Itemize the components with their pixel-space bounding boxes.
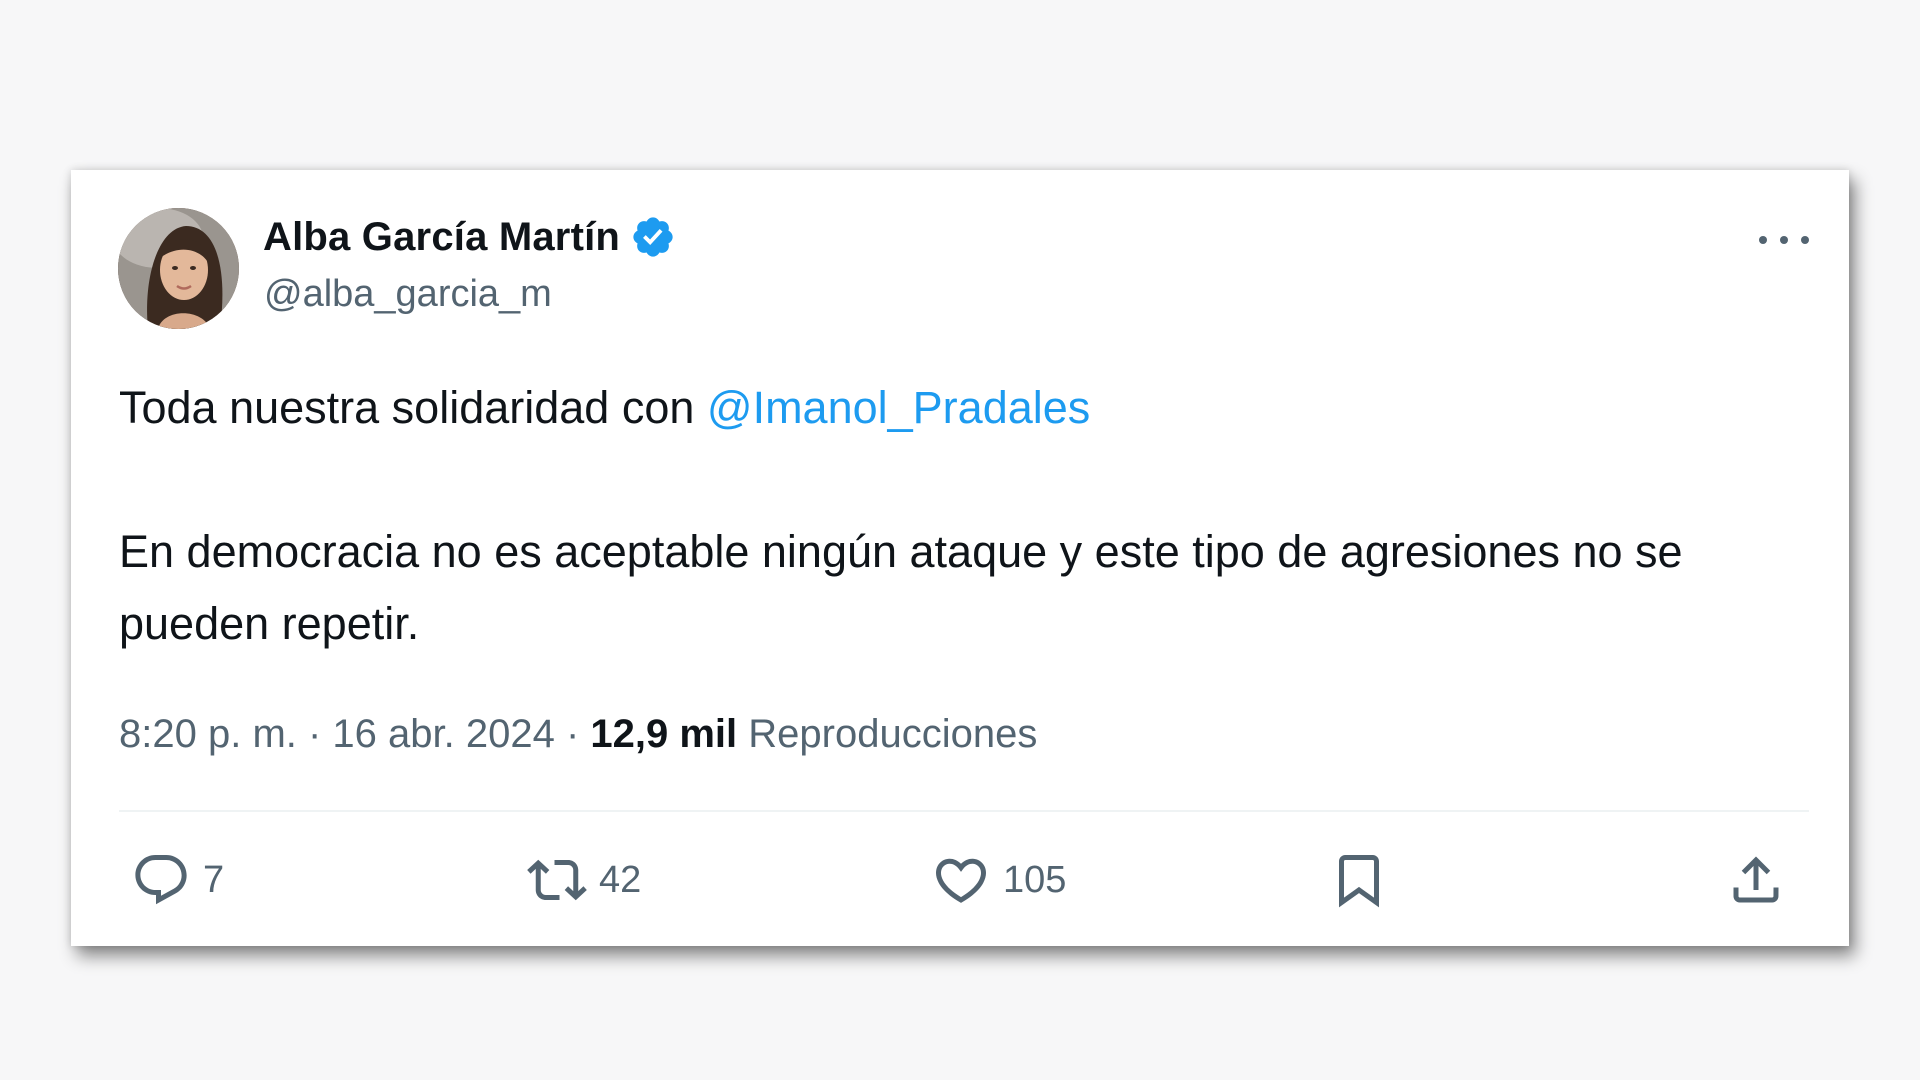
reply-button[interactable]: 7 xyxy=(131,850,224,910)
meta-separator: · xyxy=(296,712,333,756)
action-bar: 7 42 105 xyxy=(71,850,1849,910)
more-dot xyxy=(1759,236,1767,244)
meta-separator: · xyxy=(554,712,591,756)
divider xyxy=(119,810,1809,812)
like-button[interactable]: 105 xyxy=(931,850,1066,910)
more-dot xyxy=(1780,236,1788,244)
retweet-button[interactable]: 42 xyxy=(527,850,641,910)
views-count: 12,9 mil xyxy=(590,712,738,756)
avatar[interactable] xyxy=(118,208,239,329)
retweet-count: 42 xyxy=(599,858,642,901)
tweet-paragraph-2: En democracia no es aceptable ningún ata… xyxy=(119,526,1683,649)
author-handle[interactable]: @alba_garcia_m xyxy=(264,273,552,316)
bookmark-icon xyxy=(1339,855,1379,908)
heart-icon xyxy=(935,858,987,903)
tweet-date[interactable]: 16 abr. 2024 xyxy=(332,712,554,756)
tweet-time[interactable]: 8:20 p. m. xyxy=(119,712,297,756)
tweet-text-prefix: Toda nuestra solidaridad con xyxy=(119,382,707,433)
bookmark-button[interactable] xyxy=(1329,850,1389,910)
tweet-text: Toda nuestra solidaridad con @Imanol_Pra… xyxy=(119,372,1819,660)
tweet-paragraph-1: Toda nuestra solidaridad con @Imanol_Pra… xyxy=(119,372,1819,444)
views-label: Reproducciones xyxy=(737,712,1038,756)
share-button[interactable] xyxy=(1726,850,1786,910)
more-options-icon[interactable] xyxy=(1759,225,1809,255)
like-count: 105 xyxy=(1003,858,1067,901)
mention-link[interactable]: @Imanol_Pradales xyxy=(707,382,1090,433)
verified-badge-icon xyxy=(633,217,673,257)
reply-icon xyxy=(135,855,187,905)
share-icon xyxy=(1733,856,1779,903)
tweet-meta: 8:20 p. m. · 16 abr. 2024 · 12,9 mil Rep… xyxy=(119,712,1037,757)
retweet-icon xyxy=(527,859,587,901)
reply-count: 7 xyxy=(203,858,225,901)
more-dot xyxy=(1801,236,1809,244)
tweet-card: Alba García Martín @alba_garcia_m Toda n… xyxy=(71,170,1849,946)
author-name[interactable]: Alba García Martín xyxy=(263,215,620,260)
